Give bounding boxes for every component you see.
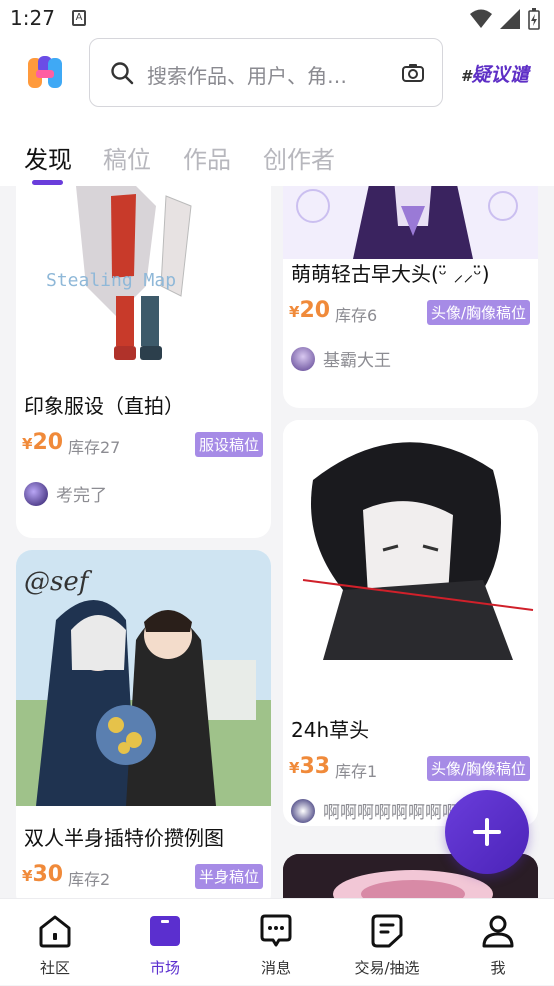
sim-icon: A	[72, 10, 86, 26]
product-stock: 库存1	[335, 762, 378, 781]
product-image: Stealing Map	[16, 186, 271, 376]
nav-profile[interactable]: 我	[443, 899, 553, 986]
battery-icon	[528, 8, 540, 30]
product-feed[interactable]: Stealing Map 印象服设（直拍） ¥20 库存27 服设稿位 考完了 …	[0, 186, 554, 898]
category-tag: 头像/胸像稿位	[426, 756, 530, 781]
status-time: 1:27	[10, 6, 55, 30]
nav-label: 社区	[39, 959, 70, 977]
market-icon	[150, 916, 180, 946]
product-title: 24h草头	[291, 718, 370, 742]
search-placeholder: 搜索作品、用户、角…	[147, 64, 347, 88]
product-stock: 库存27	[68, 438, 121, 457]
status-icons	[470, 8, 540, 30]
tab-works[interactable]: 作品	[183, 140, 231, 175]
product-image: @sef	[16, 550, 271, 806]
product-stock: 库存2	[68, 870, 111, 889]
nav-community[interactable]: 社区	[0, 899, 110, 986]
app-header: 搜索作品、用户、角… #疑议谴	[0, 38, 554, 110]
status-bar: 1:27 A	[0, 0, 554, 38]
nav-label: 交易/抽选	[354, 959, 420, 977]
tab-creators[interactable]: 创作者	[263, 140, 335, 175]
avatar	[291, 346, 315, 371]
nav-messages[interactable]: 消息	[221, 899, 331, 986]
signal-icon	[500, 9, 520, 29]
nav-label: 我	[490, 959, 506, 977]
tab-discover[interactable]: 发现	[24, 140, 72, 175]
avatar	[291, 798, 315, 823]
image-watermark: @sef	[24, 567, 93, 597]
nav-market[interactable]: 市场	[110, 899, 220, 986]
topic-button[interactable]: #疑议谴	[461, 60, 528, 87]
product-title: 双人半身插特价攒例图	[24, 826, 224, 850]
image-watermark: Stealing Map	[46, 270, 176, 291]
seller-info[interactable]: 考完了	[24, 481, 107, 506]
trade-icon	[371, 914, 403, 948]
topic-hash: #	[461, 67, 472, 85]
seller-name: 基霸大王	[323, 351, 391, 371]
product-title: 萌萌轻古早大头(ᵕ̈ ⸝⸝ᵕ̈)	[291, 262, 490, 286]
community-icon	[39, 915, 71, 948]
nav-label: 市场	[149, 959, 180, 977]
avatar	[24, 481, 48, 506]
product-price: ¥20	[289, 298, 331, 323]
create-button[interactable]	[445, 790, 529, 874]
nav-label: 消息	[260, 959, 291, 977]
seller-info[interactable]: 基霸大王	[291, 346, 391, 371]
message-icon	[260, 914, 292, 947]
bottom-nav: 社区 市场 消息 交易/抽选 我	[0, 898, 554, 985]
nav-trade[interactable]: 交易/抽选	[332, 899, 442, 986]
plus-icon-vertical	[485, 818, 489, 846]
product-price: ¥20	[22, 430, 64, 455]
product-card[interactable]: 萌萌轻古早大头(ᵕ̈ ⸝⸝ᵕ̈) ¥20 库存6 头像/胸像稿位 基霸大王	[283, 186, 538, 408]
tab-bar: 发现 稿位 作品 创作者	[0, 110, 554, 186]
product-card[interactable]: @sef 双人半身插特价攒例图 ¥30 库存2 半身稿位	[16, 550, 271, 898]
tab-indicator	[32, 180, 63, 185]
product-card[interactable]: Stealing Map 印象服设（直拍） ¥20 库存27 服设稿位 考完了	[16, 186, 271, 538]
seller-name: 啊啊啊啊啊啊啊啊	[323, 803, 459, 823]
profile-icon	[482, 915, 514, 948]
category-tag: 服设稿位	[194, 432, 263, 457]
category-tag: 半身稿位	[194, 864, 263, 889]
camera-icon[interactable]	[402, 63, 424, 83]
tab-slots[interactable]: 稿位	[103, 140, 151, 175]
wifi-icon	[470, 9, 492, 28]
product-image	[283, 420, 538, 690]
search-icon	[111, 62, 134, 85]
product-stock: 库存6	[335, 306, 378, 325]
topic-label: 疑议谴	[471, 64, 529, 86]
seller-name: 考完了	[56, 486, 107, 506]
product-title: 印象服设（直拍）	[24, 394, 184, 418]
seller-info[interactable]: 啊啊啊啊啊啊啊啊	[291, 798, 459, 823]
product-price: ¥30	[22, 862, 64, 887]
product-image	[283, 186, 538, 259]
app-logo-icon[interactable]	[28, 56, 62, 90]
search-box[interactable]: 搜索作品、用户、角…	[89, 38, 443, 107]
product-card[interactable]: 24h草头 ¥33 库存1 头像/胸像稿位 啊啊啊啊啊啊啊啊	[283, 420, 538, 826]
product-price: ¥33	[289, 754, 331, 779]
category-tag: 头像/胸像稿位	[426, 300, 530, 325]
